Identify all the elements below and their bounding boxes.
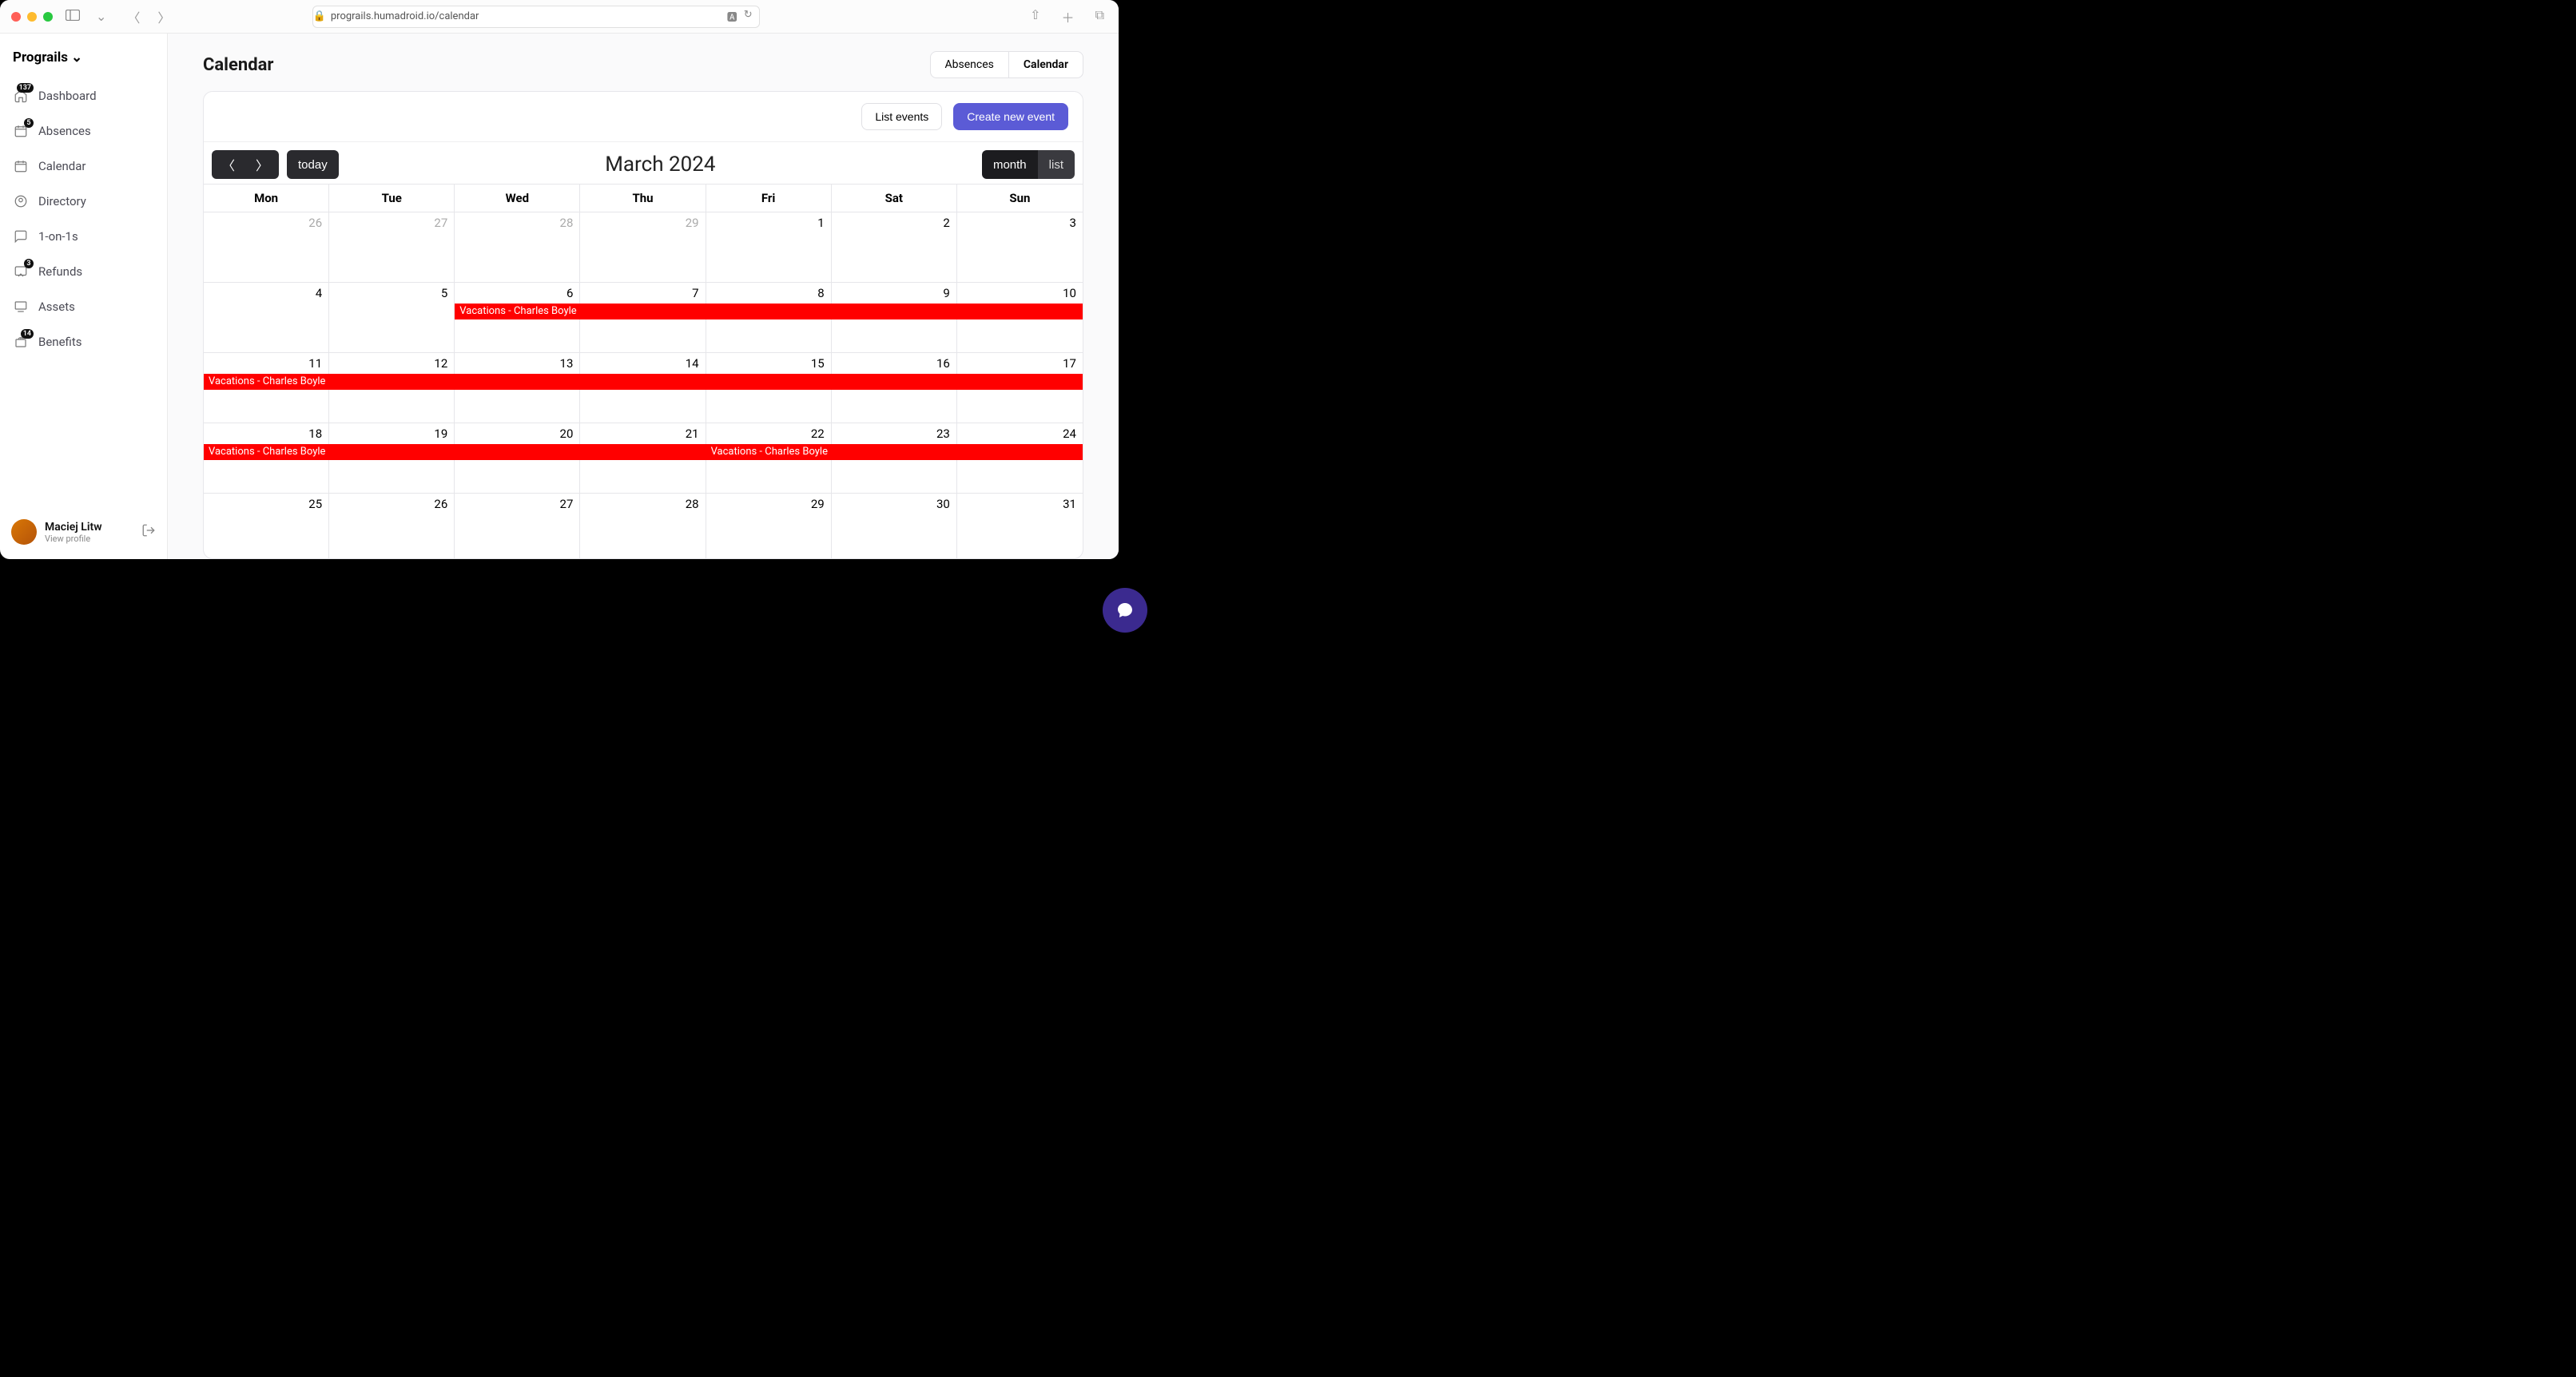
chevron-down-icon[interactable]: ⌄ <box>93 7 109 26</box>
org-name: Prograils <box>13 50 68 65</box>
day-cell[interactable]: 5 <box>329 283 455 353</box>
calendar-icon <box>13 158 29 174</box>
view-list-button[interactable]: list <box>1038 150 1075 179</box>
user-meta[interactable]: Maciej Litw View profile <box>45 521 133 544</box>
create-event-button[interactable]: Create new event <box>953 103 1068 130</box>
day-cell[interactable]: 2 <box>832 212 957 283</box>
sidebar-toggle-icon[interactable] <box>62 7 83 26</box>
nav-badge: 137 <box>17 83 34 93</box>
day-cell[interactable]: 25 <box>204 494 329 558</box>
day-cell[interactable]: 26 <box>204 212 329 283</box>
sidebar-item-label: Assets <box>38 300 75 314</box>
reload-icon[interactable]: ↻ <box>744 9 753 24</box>
sidebar: Prograils ⌄ 137 Dashboard 5 Absences Calenda… <box>0 34 168 559</box>
dow-header: Thu <box>580 185 706 212</box>
day-cell[interactable]: 1 <box>706 212 832 283</box>
sidebar-item-calendar[interactable]: Calendar <box>8 150 159 182</box>
sidebar-item-directory[interactable]: Directory <box>8 185 159 217</box>
day-cell[interactable]: 29 <box>580 212 706 283</box>
nav-badge: 3 <box>24 259 34 268</box>
sidebar-item-label: 1-on-1s <box>38 229 78 244</box>
1-on-1s-icon <box>13 228 29 244</box>
dow-header: Mon <box>204 185 329 212</box>
user-sub: View profile <box>45 534 133 544</box>
tab-absences[interactable]: Absences <box>931 52 1009 77</box>
page-tabs: Absences Calendar <box>930 51 1083 78</box>
month-nav: 〈 〉 <box>212 150 279 179</box>
dow-header: Fri <box>706 185 832 212</box>
event-bar[interactable]: Vacations - Charles Boyle <box>204 444 706 460</box>
day-cell[interactable]: 28 <box>455 212 580 283</box>
refunds-icon: 3 <box>13 264 29 280</box>
day-cell[interactable]: 31 <box>957 494 1083 558</box>
view-switch: month list <box>982 150 1075 179</box>
sidebar-item-label: Dashboard <box>38 89 97 103</box>
url-bar[interactable]: 🔒 prograils.humadroid.io/calendar 🅰 ↻ <box>312 6 760 28</box>
sidebar-item-dashboard[interactable]: 137 Dashboard <box>8 80 159 112</box>
benefits-icon: 14 <box>13 334 29 350</box>
browser-chrome: ⌄ 〈 〉 🔒 prograils.humadroid.io/calendar … <box>0 0 1119 34</box>
assets-icon <box>13 299 29 315</box>
share-icon[interactable]: ⇧ <box>1027 6 1044 28</box>
window-controls <box>11 12 53 22</box>
url-text: prograils.humadroid.io/calendar <box>331 10 479 22</box>
user-name: Maciej Litw <box>45 521 133 534</box>
sidebar-item-assets[interactable]: Assets <box>8 291 159 323</box>
today-button[interactable]: today <box>287 150 339 179</box>
sidebar-item-label: Absences <box>38 124 91 138</box>
month-label: March 2024 <box>347 153 974 177</box>
sidebar-item-benefits[interactable]: 14 Benefits <box>8 326 159 358</box>
day-cell[interactable]: 4 <box>204 283 329 353</box>
sidebar-item-refunds[interactable]: 3 Refunds <box>8 256 159 288</box>
day-cell[interactable]: 30 <box>832 494 957 558</box>
event-bar[interactable]: Vacations - Charles Boyle <box>455 304 1083 319</box>
sidebar-item-1-on-1s[interactable]: 1-on-1s <box>8 220 159 252</box>
logout-icon[interactable] <box>141 523 156 541</box>
minimize-icon[interactable] <box>27 12 37 22</box>
dow-header: Tue <box>329 185 455 212</box>
day-cell[interactable]: 27 <box>329 212 455 283</box>
back-icon[interactable]: 〈 <box>124 6 143 28</box>
prev-month-button[interactable]: 〈 <box>212 150 245 179</box>
dashboard-icon: 137 <box>13 88 29 104</box>
sidebar-item-label: Benefits <box>38 335 82 349</box>
lock-icon: 🔒 <box>313 10 326 22</box>
day-cell[interactable]: 3 <box>957 212 1083 283</box>
dow-header: Sat <box>832 185 957 212</box>
translate-icon[interactable]: 🅰 <box>727 9 737 24</box>
new-tab-icon[interactable]: ＋ <box>1059 6 1078 28</box>
sidebar-item-label: Refunds <box>38 264 82 279</box>
forward-icon[interactable]: 〉 <box>154 6 173 28</box>
page-title: Calendar <box>203 55 273 75</box>
sidebar-item-label: Calendar <box>38 159 86 173</box>
nav-badge: 14 <box>21 329 34 339</box>
tab-calendar[interactable]: Calendar <box>1009 52 1083 77</box>
avatar[interactable] <box>11 519 37 545</box>
zoom-icon[interactable] <box>43 12 53 22</box>
chat-fab[interactable] <box>1103 588 1147 633</box>
tabs-icon[interactable]: ⧉ <box>1092 6 1107 28</box>
view-month-button[interactable]: month <box>982 150 1038 179</box>
close-icon[interactable] <box>11 12 21 22</box>
day-cell[interactable]: 26 <box>329 494 455 558</box>
day-cell[interactable]: 29 <box>706 494 832 558</box>
day-cell[interactable]: 28 <box>580 494 706 558</box>
event-bar[interactable]: Vacations - Charles Boyle <box>706 444 1083 460</box>
day-cell[interactable]: 27 <box>455 494 580 558</box>
event-bar[interactable]: Vacations - Charles Boyle <box>204 374 1083 390</box>
chevron-down-icon: ⌄ <box>71 50 82 65</box>
sidebar-item-label: Directory <box>38 194 86 208</box>
dow-header: Wed <box>455 185 580 212</box>
browser-window: ⌄ 〈 〉 🔒 prograils.humadroid.io/calendar … <box>0 0 1119 559</box>
absences-icon: 5 <box>13 123 29 139</box>
org-switcher[interactable]: Prograils ⌄ <box>8 46 159 80</box>
dow-header: Sun <box>957 185 1083 212</box>
directory-icon <box>13 193 29 209</box>
sidebar-item-absences[interactable]: 5 Absences <box>8 115 159 147</box>
main: Calendar Absences Calendar List events C… <box>168 34 1119 559</box>
nav-badge: 5 <box>24 118 34 128</box>
next-month-button[interactable]: 〉 <box>245 150 279 179</box>
calendar-card: List events Create new event 〈 〉 today M… <box>203 91 1083 559</box>
list-events-button[interactable]: List events <box>861 103 942 130</box>
